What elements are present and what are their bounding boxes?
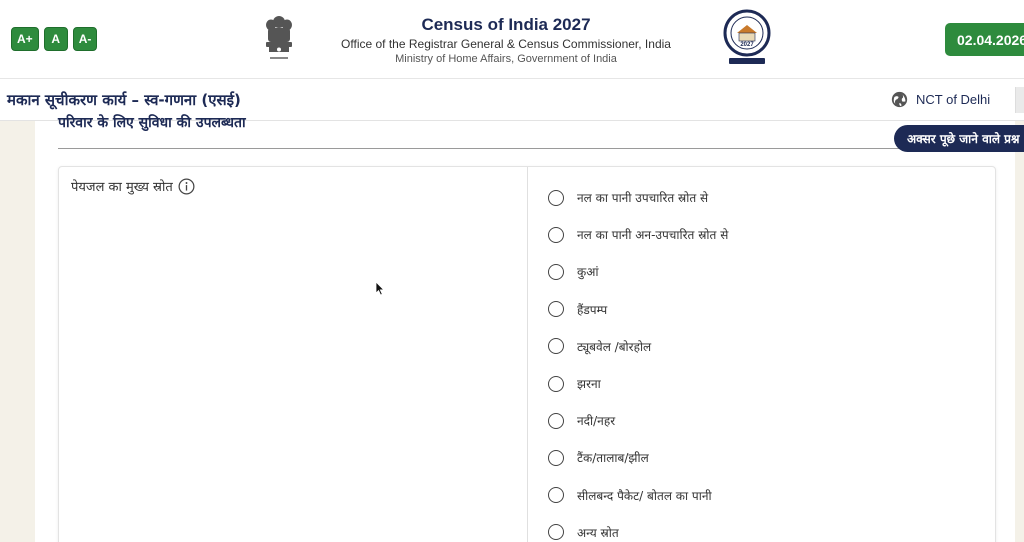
section-title: परिवार के लिए सुविधा की उपलब्धता	[58, 115, 246, 131]
radio-button[interactable]	[548, 487, 564, 504]
page-title: Census of India 2027	[421, 15, 591, 34]
date-badge: 02.04.2026	[945, 23, 1024, 56]
side-scroll-tab[interactable]	[1015, 87, 1024, 113]
radio-button[interactable]	[548, 226, 564, 243]
option-packaged-bottled-water[interactable]: सीलबन्द पैकेट/ बोतल का पानी	[548, 477, 728, 514]
option-label: झरना	[577, 377, 601, 392]
option-tubewell-borehole[interactable]: ट्यूबवेल /बोरहोल	[548, 328, 728, 365]
radio-button[interactable]	[548, 338, 564, 355]
default-font-button[interactable]: A	[43, 27, 68, 51]
option-other-source[interactable]: अन्य स्रोत	[548, 514, 728, 542]
region-label: NCT of Delhi	[916, 92, 991, 107]
option-untreated-tap-water[interactable]: नल का पानी अन-उपचारित स्रोत से	[548, 216, 728, 253]
header-text: Census of India 2027 Office of the Regis…	[300, 14, 712, 67]
ministry-name: Ministry of Home Affairs, Government of …	[395, 53, 617, 65]
radio-button[interactable]	[548, 301, 564, 318]
card-divider	[527, 167, 528, 542]
census-logo-icon: 2027	[723, 9, 771, 64]
question-card: पेयजल का मुख्य स्रोत नल का पानी उपचारित …	[58, 166, 996, 542]
module-title: मकान सूचीकरण कार्य – स्व-गणना (एसई)	[7, 91, 241, 109]
radio-button[interactable]	[548, 375, 564, 392]
option-treated-tap-water[interactable]: नल का पानी उपचारित स्रोत से	[548, 179, 728, 216]
drinking-water-source-options: नल का पानी उपचारित स्रोत से नल का पानी अ…	[548, 179, 728, 542]
option-well[interactable]: कुआं	[548, 253, 728, 290]
question-label: पेयजल का मुख्य स्रोत	[71, 180, 173, 195]
section-divider	[58, 148, 1018, 149]
option-spring[interactable]: झरना	[548, 365, 728, 402]
option-label: ट्यूबवेल /बोरहोल	[577, 339, 652, 354]
faq-button[interactable]: अक्सर पूछे जाने वाले प्रश्न	[894, 125, 1024, 152]
question-label-group: पेयजल का मुख्य स्रोत	[71, 177, 195, 195]
option-label: नल का पानी उपचारित स्रोत से	[577, 191, 709, 206]
option-label: टैंक/तालाब/झील	[577, 451, 649, 466]
option-label: हैंडपम्प	[577, 302, 608, 317]
radio-button[interactable]	[548, 263, 564, 280]
mouse-cursor-icon	[375, 281, 385, 296]
option-river-canal[interactable]: नदी/नहर	[548, 402, 728, 439]
option-label: नल का पानी अन-उपचारित स्रोत से	[577, 228, 729, 243]
globe-icon	[891, 91, 908, 108]
option-label: कुआं	[577, 265, 599, 280]
option-label: सीलबन्द पैकेट/ बोतल का पानी	[577, 488, 712, 503]
national-emblem-icon	[266, 16, 292, 59]
office-name: Office of the Registrar General & Census…	[341, 37, 671, 51]
svg-text:2027: 2027	[740, 42, 754, 48]
option-handpump[interactable]: हैंडपम्प	[548, 291, 728, 328]
option-tank-pond-lake[interactable]: टैंक/तालाब/झील	[548, 439, 728, 476]
info-icon[interactable]	[178, 178, 195, 195]
radio-button[interactable]	[548, 449, 564, 466]
radio-button[interactable]	[548, 412, 564, 429]
top-header: A+ A A- Census of India 2027 Office of t…	[0, 0, 1024, 78]
radio-button[interactable]	[548, 524, 564, 541]
option-label: नदी/नहर	[577, 414, 616, 429]
increase-font-button[interactable]: A+	[11, 27, 39, 51]
region-selector[interactable]: NCT of Delhi	[891, 91, 990, 108]
radio-button[interactable]	[548, 189, 564, 206]
option-label: अन्य स्रोत	[577, 525, 619, 540]
decrease-font-button[interactable]: A-	[72, 27, 98, 51]
font-size-controls: A+ A A-	[11, 27, 98, 51]
